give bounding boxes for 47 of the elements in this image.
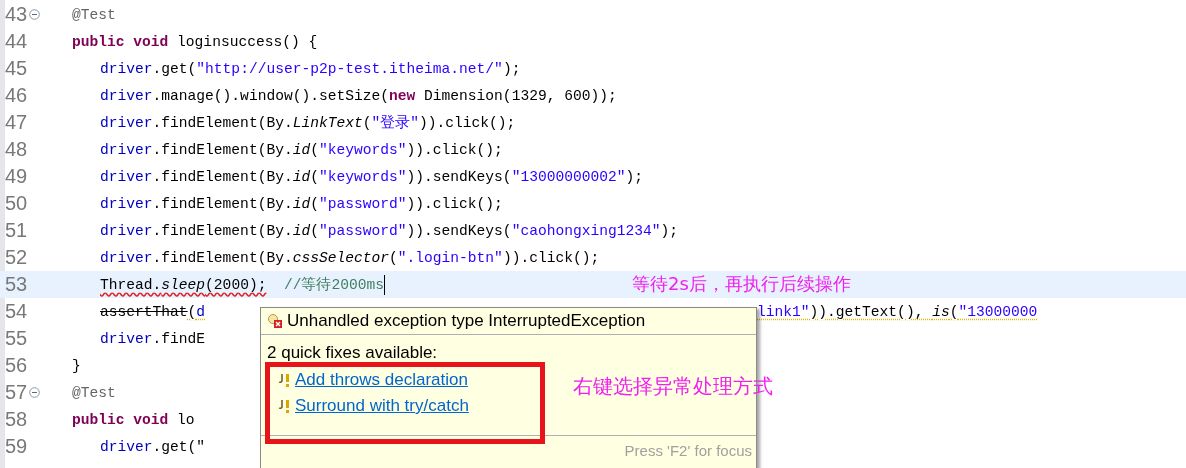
line-number: 55: [5, 327, 28, 350]
code-line: link1")).getText(), is("13000000: [757, 303, 1038, 320]
change-icon: [277, 398, 291, 414]
collapse-icon[interactable]: [29, 387, 41, 398]
code-line: driver.get(": [100, 438, 206, 455]
line-number: 50: [5, 192, 28, 215]
focus-hint: Press 'F2' for focus: [624, 442, 752, 459]
error-icon: [267, 313, 283, 329]
code-line: }: [72, 357, 81, 374]
code-line: assertThat(d: [100, 303, 206, 320]
line-number: 58: [5, 408, 28, 431]
code-line: driver.manage().window().setSize(new Dimension(1329, 600));: [100, 87, 617, 104]
line-number: 44: [5, 30, 28, 53]
code-line: @Test: [72, 384, 116, 401]
code-line: driver.findElement(By.id("password")).click();: [100, 195, 503, 212]
summary-text: 2 quick fixes available:: [267, 343, 438, 362]
code-line: driver.findElement(By.LinkText("登录")).click();: [100, 114, 516, 132]
annotation-text: 右键选择异常处理方式: [573, 373, 773, 400]
line-number: 46: [5, 84, 28, 107]
line-number: 54: [5, 300, 28, 323]
code-line: driver.findElement(By.id("keywords")).click();: [100, 141, 503, 158]
line-number: 48: [5, 138, 28, 161]
change-icon: [277, 372, 291, 388]
quick-fix-link[interactable]: Surround with try/catch: [295, 396, 469, 416]
code-line: driver.findElement(By.id("keywords")).sendKeys("13000000002");: [100, 168, 643, 185]
annotation-text: 等待2s后，再执行后续操作: [632, 272, 851, 296]
code-line: driver.get("http://user-p2p-test.itheima.net/");: [100, 60, 521, 77]
line-number: 53: [5, 273, 28, 296]
code-line: Thread.sleep(2000); //等待2000ms: [100, 275, 384, 294]
quick-fix-link[interactable]: Add throws declaration: [295, 370, 468, 390]
code-line: driver.findElement(By.cssSelector(".login-btn")).click();: [100, 249, 600, 266]
code-line: driver.findElement(By.id("password")).sendKeys("caohongxing1234");: [100, 222, 679, 239]
code-line: public void lo: [72, 411, 195, 428]
line-number: 52: [5, 246, 28, 269]
line-number: 49: [5, 165, 28, 188]
line-number: 57: [5, 381, 28, 404]
line-number: 59: [5, 435, 28, 458]
code-line: public void loginsuccess() {: [72, 33, 318, 50]
problem-text: Unhandled exception type InterruptedException: [287, 311, 646, 331]
line-number: 43: [5, 3, 28, 26]
line-number: 47: [5, 111, 28, 134]
line-number: 56: [5, 354, 28, 377]
line-number: 45: [5, 57, 28, 80]
code-line: @Test: [72, 6, 116, 23]
code-line: driver.findE: [100, 330, 206, 347]
line-number: 51: [5, 219, 28, 242]
collapse-icon[interactable]: [29, 9, 41, 20]
